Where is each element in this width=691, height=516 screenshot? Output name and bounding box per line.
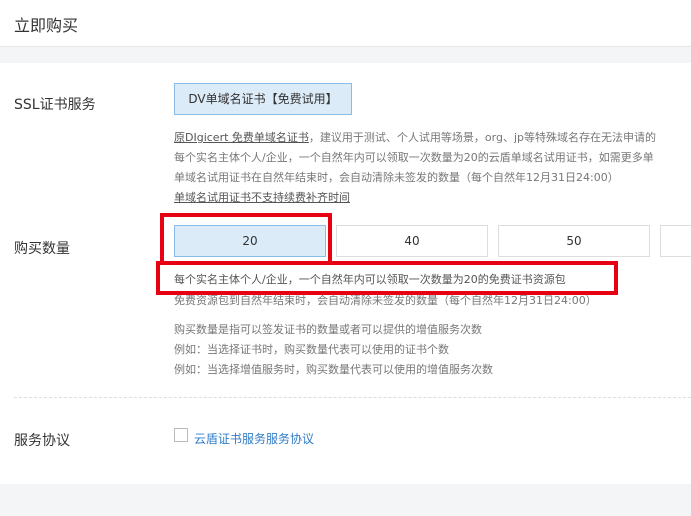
quantity-option-50[interactable]: 50 — [498, 225, 650, 257]
ssl-desc-line3: 单域名试用证书在自然年结束时，会自动清除未签发的数量（每个自然年12月31日24… — [174, 171, 619, 184]
ssl-service-label: SSL证书服务 — [14, 97, 96, 113]
digicert-link[interactable]: 原DIgicert 免费单域名证书 — [174, 131, 309, 144]
highlight-box-quantity — [160, 213, 332, 265]
purchase-form: SSL证书服务 DV单域名证书【免费试用】 原DIgicert 免费单域名证书，… — [0, 63, 691, 484]
quantity-option-40[interactable]: 40 — [336, 225, 488, 257]
agreement-checkbox[interactable] — [174, 428, 188, 442]
section-divider — [14, 397, 691, 398]
page-title: 立即购买 — [14, 16, 79, 35]
ssl-desc-line1: 原DIgicert 免费单域名证书，建议用于测试、个人试用等场景，org、jp等… — [174, 129, 656, 145]
quantity-info-1: 购买数量是指可以签发证书的数量或者可以提供的增值服务次数 — [174, 323, 482, 336]
ssl-desc-line4: 单域名试用证书不支持续费补齐时间 — [174, 189, 350, 205]
quantity-note-2: 免费资源包到自然年结束时，会自动清除未签发的数量（每个自然年12月31日24:0… — [174, 294, 597, 307]
highlight-box-note — [156, 261, 618, 295]
agreement-link[interactable]: 云盾证书服务服务协议 — [194, 430, 314, 447]
agreement-label: 服务协议 — [14, 433, 70, 449]
quantity-info-3: 例如：当选择增值服务时，购买数量代表可以使用的增值服务次数 — [174, 363, 493, 376]
section-gap — [0, 47, 691, 63]
dv-single-domain-option[interactable]: DV单域名证书【免费试用】 — [174, 83, 352, 115]
quantity-option-more[interactable] — [660, 225, 691, 257]
quantity-info-2: 例如：当选择证书时，购买数量代表可以使用的证书个数 — [174, 343, 449, 356]
quantity-label: 购买数量 — [14, 241, 70, 257]
ssl-desc-line1-text: ，建议用于测试、个人试用等场景，org、jp等特殊域名存在无法申请的 — [308, 131, 656, 144]
no-renewal-link[interactable]: 单域名试用证书不支持续费补齐时间 — [174, 191, 350, 204]
page-header: 立即购买 — [0, 0, 691, 47]
ssl-desc-line2: 每个实名主体个人/企业，一个自然年内可以领取一次数量为20的云盾单域名试用证书，… — [174, 151, 654, 164]
